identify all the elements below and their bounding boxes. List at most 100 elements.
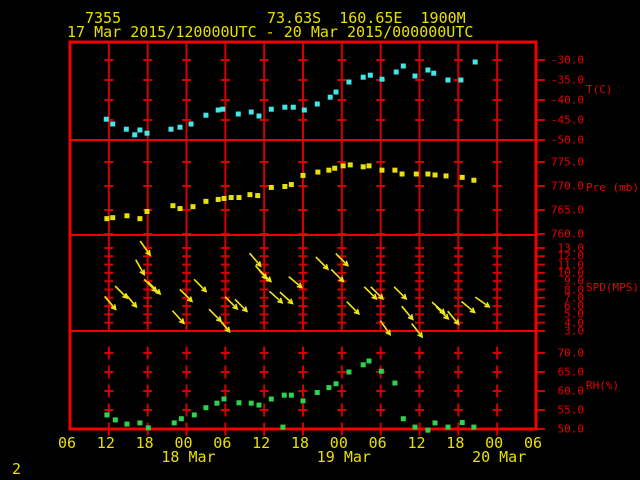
- temp-axis-title: T(C): [586, 83, 613, 96]
- temp-data-point: [412, 73, 418, 79]
- pressure-data-point: [392, 167, 398, 173]
- pressure-axis-title: Pre (mb): [586, 181, 639, 194]
- pressure-data-point: [443, 173, 449, 179]
- pressure-data-point: [104, 216, 110, 222]
- wind-axis-title: SPD(MPS): [586, 281, 639, 294]
- wind-arrow: [114, 285, 129, 300]
- temp-data-point: [393, 69, 399, 75]
- pressure-data-point: [236, 195, 242, 201]
- pressure-data-point: [124, 213, 130, 219]
- rh-data-point: [178, 416, 184, 422]
- temp-data-point: [458, 77, 464, 83]
- temp-data-point: [333, 89, 339, 95]
- x-tick-label: 06: [57, 434, 77, 452]
- pressure-data-point: [228, 195, 234, 201]
- rh-data-point: [300, 398, 306, 404]
- wind-arrow: [447, 310, 460, 326]
- wind-arrow: [431, 301, 446, 315]
- pressure-data-point: [413, 171, 419, 177]
- rh-data-point: [360, 362, 366, 368]
- pressure-data-point: [360, 164, 366, 170]
- rh-data-point: [425, 427, 431, 433]
- temp-data-point: [400, 63, 406, 69]
- y-tick-label: 770.0: [550, 179, 584, 193]
- pressure-data-point: [425, 171, 431, 177]
- x-tick-label: 06: [368, 434, 387, 452]
- temp-data-point: [425, 67, 431, 73]
- rh-data-point: [346, 369, 352, 375]
- pressure-data-point: [110, 215, 116, 221]
- temp-data-point: [220, 106, 226, 112]
- temp-data-point: [379, 76, 385, 82]
- pressure-data-point: [203, 198, 209, 204]
- temp-data-point: [431, 70, 437, 76]
- y-tick-label: -30.0: [550, 53, 584, 67]
- temp-data-point: [123, 126, 129, 132]
- rh-data-point: [137, 420, 143, 426]
- temp-data-point: [110, 121, 116, 127]
- wind-arrow: [217, 318, 231, 333]
- rh-data-point: [412, 424, 418, 430]
- pressure-data-point: [170, 203, 176, 209]
- x-date-label: 19 Mar: [316, 448, 371, 466]
- x-date-label: 20 Mar: [472, 448, 527, 466]
- y-tick-label: 65.0: [557, 365, 585, 379]
- rh-data-point: [256, 402, 262, 408]
- wind-arrow: [135, 259, 146, 276]
- rh-data-point: [145, 425, 151, 431]
- pressure-data-point: [255, 193, 261, 199]
- temp-data-point: [203, 112, 209, 118]
- wind-arrow: [124, 293, 138, 309]
- rh-data-point: [268, 396, 274, 402]
- wind-arrow: [460, 300, 476, 314]
- temp-data-point: [268, 106, 274, 112]
- pressure-data-point: [215, 196, 221, 202]
- y-tick-label: -35.0: [550, 73, 584, 87]
- pressure-data-point: [282, 183, 288, 189]
- pressure-data-point: [315, 169, 321, 175]
- rh-data-point: [445, 424, 451, 430]
- pressure-data-point: [137, 216, 143, 222]
- pressure-data-point: [190, 204, 196, 210]
- x-tick-label: 18: [135, 434, 154, 452]
- x-date-label: 18 Mar: [161, 448, 216, 466]
- rh-data-point: [281, 392, 287, 398]
- rh-data-point: [248, 400, 254, 406]
- temp-data-point: [314, 101, 320, 107]
- rh-data-point: [221, 396, 227, 402]
- temp-data-point: [256, 113, 262, 119]
- temp-data-point: [360, 74, 366, 80]
- pressure-data-point: [332, 165, 338, 171]
- rh-data-point: [191, 412, 197, 418]
- y-tick-label: -40.0: [550, 93, 584, 107]
- temp-data-point: [177, 124, 183, 130]
- wind-arrow: [435, 306, 450, 321]
- x-tick-label: 06: [213, 434, 232, 452]
- rh-data-point: [366, 358, 372, 364]
- temp-data-point: [445, 77, 451, 83]
- x-tick-label: 12: [96, 434, 115, 452]
- temp-data-point: [346, 79, 352, 85]
- pressure-data-point: [347, 162, 353, 168]
- temp-data-point: [367, 72, 373, 78]
- page-number: 2: [12, 460, 22, 478]
- pressure-data-point: [366, 163, 372, 169]
- rh-data-point: [280, 424, 286, 430]
- temp-data-point: [137, 127, 143, 133]
- rh-data-point: [104, 412, 110, 418]
- temp-data-point: [235, 111, 241, 117]
- wind-arrow: [393, 286, 408, 300]
- temp-data-point: [215, 107, 221, 113]
- rh-data-point: [112, 417, 118, 423]
- pressure-data-point: [459, 174, 465, 180]
- pressure-data-point: [177, 206, 183, 212]
- y-tick-label: -50.0: [550, 133, 584, 147]
- y-tick-label: 760.0: [550, 227, 584, 241]
- wind-arrow: [147, 281, 162, 296]
- rh-data-point: [288, 392, 294, 398]
- wind-arrow: [474, 296, 491, 308]
- rh-data-point: [400, 416, 406, 422]
- temp-data-point: [248, 109, 254, 115]
- temp-data-point: [132, 132, 138, 138]
- x-tick-label: 12: [252, 434, 271, 452]
